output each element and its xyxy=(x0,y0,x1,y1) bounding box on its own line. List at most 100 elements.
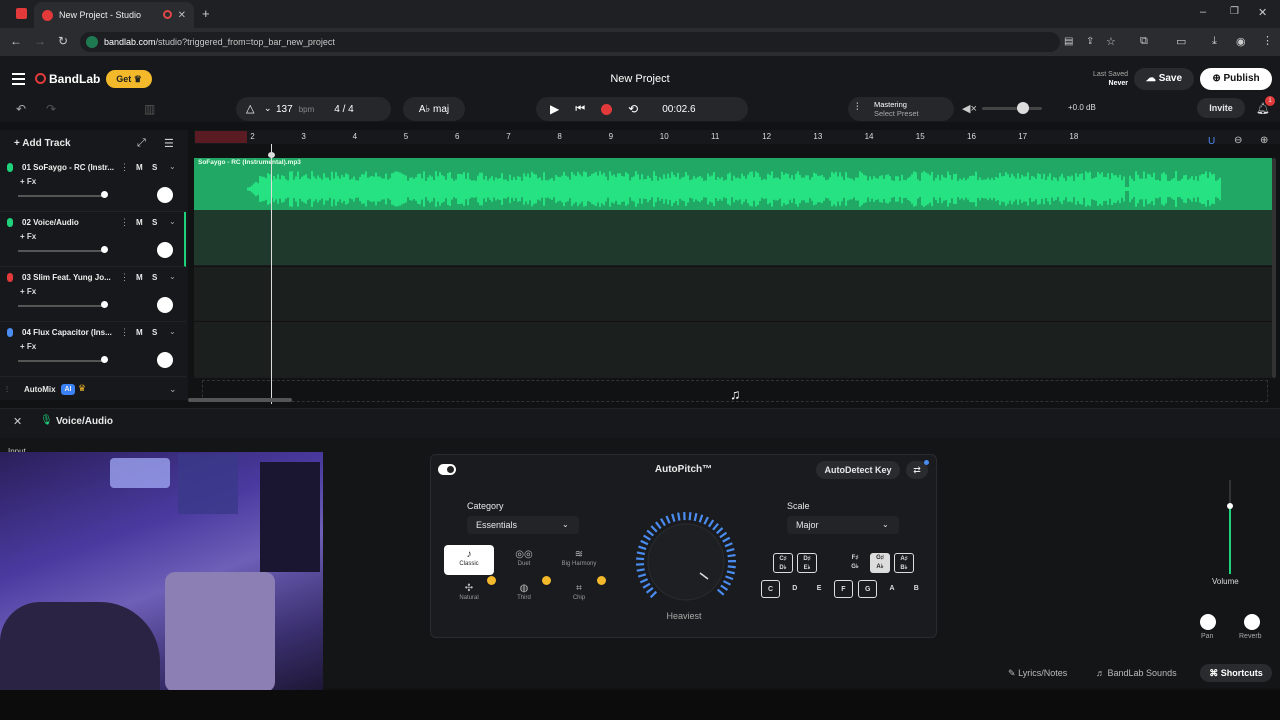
scale-black-key[interactable]: A♯ B♭ xyxy=(894,553,914,573)
skip-to-start-icon[interactable]: ⏮ xyxy=(575,103,585,116)
playhead-handle[interactable] xyxy=(268,152,275,158)
scale-white-key[interactable]: D xyxy=(785,580,804,598)
undo-icon[interactable]: ↶ xyxy=(16,102,26,116)
automix-chevron-down-icon[interactable]: ⌄ xyxy=(169,384,177,395)
browser-menu-icon[interactable]: ⋮ xyxy=(1262,34,1273,47)
pan-knob[interactable] xyxy=(1200,614,1216,630)
track-chevron-down-icon[interactable]: ⌄ xyxy=(169,217,176,226)
tab-close-icon[interactable]: ✕ xyxy=(178,10,186,21)
track-pan-knob[interactable] xyxy=(157,352,173,368)
forward-icon[interactable]: → xyxy=(34,34,46,48)
key-selector[interactable]: A♭ maj xyxy=(403,97,465,121)
metronome-icon[interactable]: △ xyxy=(246,102,254,115)
track-volume-knob[interactable] xyxy=(101,191,108,198)
track-row[interactable]: 04 Flux Capacitor (Ins... ⋮ M S ⌄ + Fx xyxy=(0,322,186,377)
scale-white-key[interactable]: E xyxy=(810,580,829,598)
audio-clip[interactable] xyxy=(194,158,1272,210)
track-chevron-down-icon[interactable]: ⌄ xyxy=(169,162,176,171)
piano-roll-icon[interactable]: ▥ xyxy=(144,102,155,116)
solo-button[interactable]: S xyxy=(152,218,157,227)
track-volume-knob[interactable] xyxy=(101,356,108,363)
track-volume-fader[interactable] xyxy=(18,250,106,252)
share-icon[interactable]: ⇪ xyxy=(1086,36,1094,47)
cast-icon[interactable]: ▭ xyxy=(1176,35,1186,48)
mastering-preset-button[interactable]: ⫶ Mastering Select Preset xyxy=(848,97,954,121)
minimize-window-icon[interactable]: – xyxy=(1200,6,1206,18)
zoom-in-icon[interactable]: ⊕ xyxy=(1260,135,1268,146)
metronome-chevron-down-icon[interactable]: ⌄ xyxy=(264,103,272,114)
add-sample-icon[interactable]: ♫ xyxy=(730,386,741,402)
mute-button[interactable]: M xyxy=(136,163,143,172)
track-options-icon[interactable]: ⋮ xyxy=(120,162,129,173)
url-input[interactable]: bandlab.com/studio?triggered_from=top_ba… xyxy=(80,32,1060,52)
close-window-icon[interactable]: ✕ xyxy=(1258,6,1267,19)
track-chevron-down-icon[interactable]: ⌄ xyxy=(169,272,176,281)
reload-icon[interactable]: ↻ xyxy=(58,34,68,48)
browser-app-icon[interactable] xyxy=(16,8,27,19)
preset-duet[interactable]: ◎◎ Duet xyxy=(499,545,549,575)
track-lane-slim[interactable] xyxy=(194,266,1272,320)
close-editor-icon[interactable]: ✕ xyxy=(13,415,22,428)
back-icon[interactable]: ← xyxy=(10,34,22,48)
track-lane-flux[interactable] xyxy=(194,321,1272,375)
scale-white-key[interactable]: A xyxy=(883,580,902,598)
scale-black-key[interactable]: G♯ A♭ xyxy=(870,553,890,573)
track-pan-knob[interactable] xyxy=(157,187,173,203)
add-fx-button[interactable]: + Fx xyxy=(20,232,36,241)
scale-white-key[interactable]: C xyxy=(761,580,780,598)
preset-natural[interactable]: ✣ Natural xyxy=(444,579,494,609)
scale-black-key[interactable]: D♯ E♭ xyxy=(797,553,817,573)
invite-button[interactable]: Invite xyxy=(1197,98,1245,118)
time-signature[interactable]: 4 / 4 xyxy=(334,104,353,115)
profile-icon[interactable]: ◉ xyxy=(1236,35,1246,48)
new-tab-icon[interactable]: + xyxy=(202,6,210,21)
track-volume-fader[interactable] xyxy=(18,305,106,307)
track-volume-knob[interactable] xyxy=(101,246,108,253)
solo-button[interactable]: S xyxy=(152,163,157,172)
track-volume-knob[interactable] xyxy=(101,301,108,308)
scale-white-key[interactable]: G xyxy=(858,580,878,598)
track-volume-fader[interactable] xyxy=(18,195,106,197)
strength-knob[interactable] xyxy=(630,505,746,605)
bpm-value[interactable]: 137 xyxy=(276,104,293,115)
snap-magnet-icon[interactable]: U xyxy=(1208,136,1215,147)
mute-button[interactable]: M xyxy=(136,273,143,282)
shortcuts-button[interactable]: ⌘ Shortcuts xyxy=(1200,664,1272,682)
autodetect-key-button[interactable]: AutoDetect Key xyxy=(816,461,900,479)
scale-white-key[interactable]: B xyxy=(907,580,926,598)
maximize-window-icon[interactable]: ❐ xyxy=(1230,6,1239,17)
preset-big-harmony[interactable]: ≋ Big Harmony xyxy=(554,545,604,575)
horizontal-scrollbar[interactable] xyxy=(188,398,292,402)
reverb-knob[interactable] xyxy=(1244,614,1260,630)
scale-white-key[interactable]: F xyxy=(833,580,853,598)
zoom-out-icon[interactable]: ⊖ xyxy=(1234,135,1242,146)
reader-mode-icon[interactable]: ▤ xyxy=(1064,36,1073,47)
redo-icon[interactable]: ↷ xyxy=(46,102,56,116)
add-fx-button[interactable]: + Fx xyxy=(20,177,36,186)
play-icon[interactable]: ▶ xyxy=(550,102,559,116)
solo-button[interactable]: S xyxy=(152,328,157,337)
tempo-control[interactable]: △ ⌄ 137 bpm 4 / 4 xyxy=(236,97,391,121)
scale-black-key[interactable]: F♯ G♭ xyxy=(845,553,865,573)
track-settings-icon[interactable]: ☰ xyxy=(164,137,174,150)
add-track-button[interactable]: + Add Track xyxy=(14,138,71,149)
preset-chip[interactable]: ⌗ Chip xyxy=(554,579,604,609)
bandlab-sounds-button[interactable]: ♬ BandLab Sounds xyxy=(1096,664,1177,682)
track-name[interactable]: 03 Slim Feat. Yung Jo... xyxy=(22,273,116,282)
track-volume-fader[interactable] xyxy=(18,360,106,362)
extensions-icon[interactable]: ⧉ xyxy=(1140,35,1148,48)
download-icon[interactable]: ⤓ xyxy=(1212,35,1217,48)
site-info-icon[interactable] xyxy=(86,36,98,48)
category-select[interactable]: Essentials ⌄ xyxy=(467,516,579,534)
browser-tab[interactable]: New Project - Studio ✕ xyxy=(34,2,194,28)
track-row[interactable]: 03 Slim Feat. Yung Jo... ⋮ M S ⌄ + Fx xyxy=(0,267,186,322)
track-name[interactable]: 02 Voice/Audio xyxy=(22,218,116,227)
master-volume-knob[interactable] xyxy=(1017,102,1029,114)
scale-black-key[interactable]: C♯ D♭ xyxy=(773,553,793,573)
mute-button[interactable]: M xyxy=(136,218,143,227)
speaker-mute-icon[interactable]: ◀× xyxy=(962,102,977,115)
publish-button[interactable]: ⊕ Publish xyxy=(1200,68,1272,90)
master-volume-slider[interactable] xyxy=(982,107,1042,110)
track-options-icon[interactable]: ⋮ xyxy=(120,272,129,283)
save-button[interactable]: ☁ Save xyxy=(1134,68,1194,90)
